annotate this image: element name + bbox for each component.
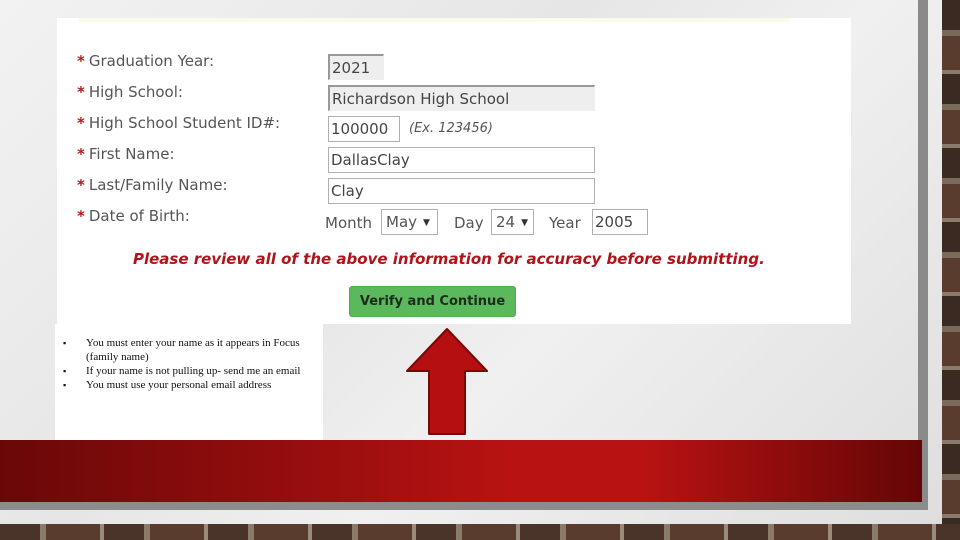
top-strip bbox=[79, 18, 789, 22]
required-marker: * bbox=[77, 207, 85, 225]
note-text: If your name is not pulling up- send me … bbox=[86, 365, 301, 377]
form-screenshot-panel: * Graduation Year: 2021 * High School: Ric… bbox=[57, 18, 851, 324]
label-student-id: * High School Student ID#: bbox=[77, 114, 280, 132]
slide-bottom-shadow bbox=[0, 502, 928, 510]
note-text: You must use your personal email address bbox=[86, 379, 272, 391]
label-text: High School Student ID#: bbox=[88, 114, 281, 132]
label-text: High School: bbox=[88, 83, 183, 101]
label-text: Last/Family Name: bbox=[88, 176, 228, 194]
required-marker: * bbox=[77, 176, 85, 194]
month-select[interactable]: May ▼ bbox=[381, 209, 438, 235]
notes-panel: ▪ You must enter your name as it appears … bbox=[55, 324, 323, 440]
day-value: 24 bbox=[496, 213, 516, 231]
label-high-school: * High School: bbox=[77, 83, 183, 101]
day-select[interactable]: 24 ▼ bbox=[491, 209, 534, 235]
first-name-field[interactable]: DallasClay bbox=[328, 147, 595, 173]
chevron-down-icon: ▼ bbox=[521, 218, 529, 228]
label-text: First Name: bbox=[88, 145, 175, 163]
footer-red-bar bbox=[0, 440, 922, 502]
month-label: Month bbox=[325, 214, 373, 232]
year-label: Year bbox=[549, 214, 581, 232]
last-name-field[interactable]: Clay bbox=[328, 178, 595, 204]
brick-background-bottom bbox=[0, 524, 960, 540]
slide: * Graduation Year: 2021 * High School: Ric… bbox=[0, 0, 942, 524]
label-date-of-birth: * Date of Birth: bbox=[77, 207, 190, 225]
label-first-name: * First Name: bbox=[77, 145, 175, 163]
student-id-field[interactable]: 100000 bbox=[328, 116, 400, 142]
label-text: Date of Birth: bbox=[88, 207, 190, 225]
birth-year-field[interactable]: 2005 bbox=[592, 209, 648, 235]
student-id-hint: (Ex. 123456) bbox=[409, 121, 493, 136]
up-arrow-icon bbox=[406, 328, 488, 435]
note-item: ▪ If your name is not pulling up- send me… bbox=[63, 364, 313, 378]
bullet-icon: ▪ bbox=[63, 338, 67, 348]
note-item: ▪ You must enter your name as it appears … bbox=[63, 336, 313, 364]
required-marker: * bbox=[77, 83, 85, 101]
bullet-icon: ▪ bbox=[63, 366, 67, 376]
label-text: Graduation Year: bbox=[88, 52, 215, 70]
day-label: Day bbox=[454, 214, 484, 232]
label-last-name: * Last/Family Name: bbox=[77, 176, 228, 194]
required-marker: * bbox=[77, 114, 85, 132]
required-marker: * bbox=[77, 145, 85, 163]
verify-and-continue-button[interactable]: Verify and Continue bbox=[349, 286, 516, 317]
note-item: ▪ You must use your personal email addres… bbox=[63, 378, 313, 392]
brick-background-right bbox=[942, 0, 960, 540]
high-school-field[interactable]: Richardson High School bbox=[328, 85, 595, 111]
slide-edge-shadow bbox=[918, 0, 928, 510]
bullet-icon: ▪ bbox=[63, 380, 67, 390]
label-graduation-year: * Graduation Year: bbox=[77, 52, 214, 70]
chevron-down-icon: ▼ bbox=[423, 218, 430, 228]
notes-list: ▪ You must enter your name as it appears … bbox=[55, 324, 323, 392]
required-marker: * bbox=[77, 52, 85, 70]
review-warning: Please review all of the above informati… bbox=[133, 250, 765, 268]
note-text: You must enter your name as it appears i… bbox=[86, 337, 300, 363]
graduation-year-field[interactable]: 2021 bbox=[328, 54, 384, 80]
month-value: May bbox=[386, 213, 418, 231]
